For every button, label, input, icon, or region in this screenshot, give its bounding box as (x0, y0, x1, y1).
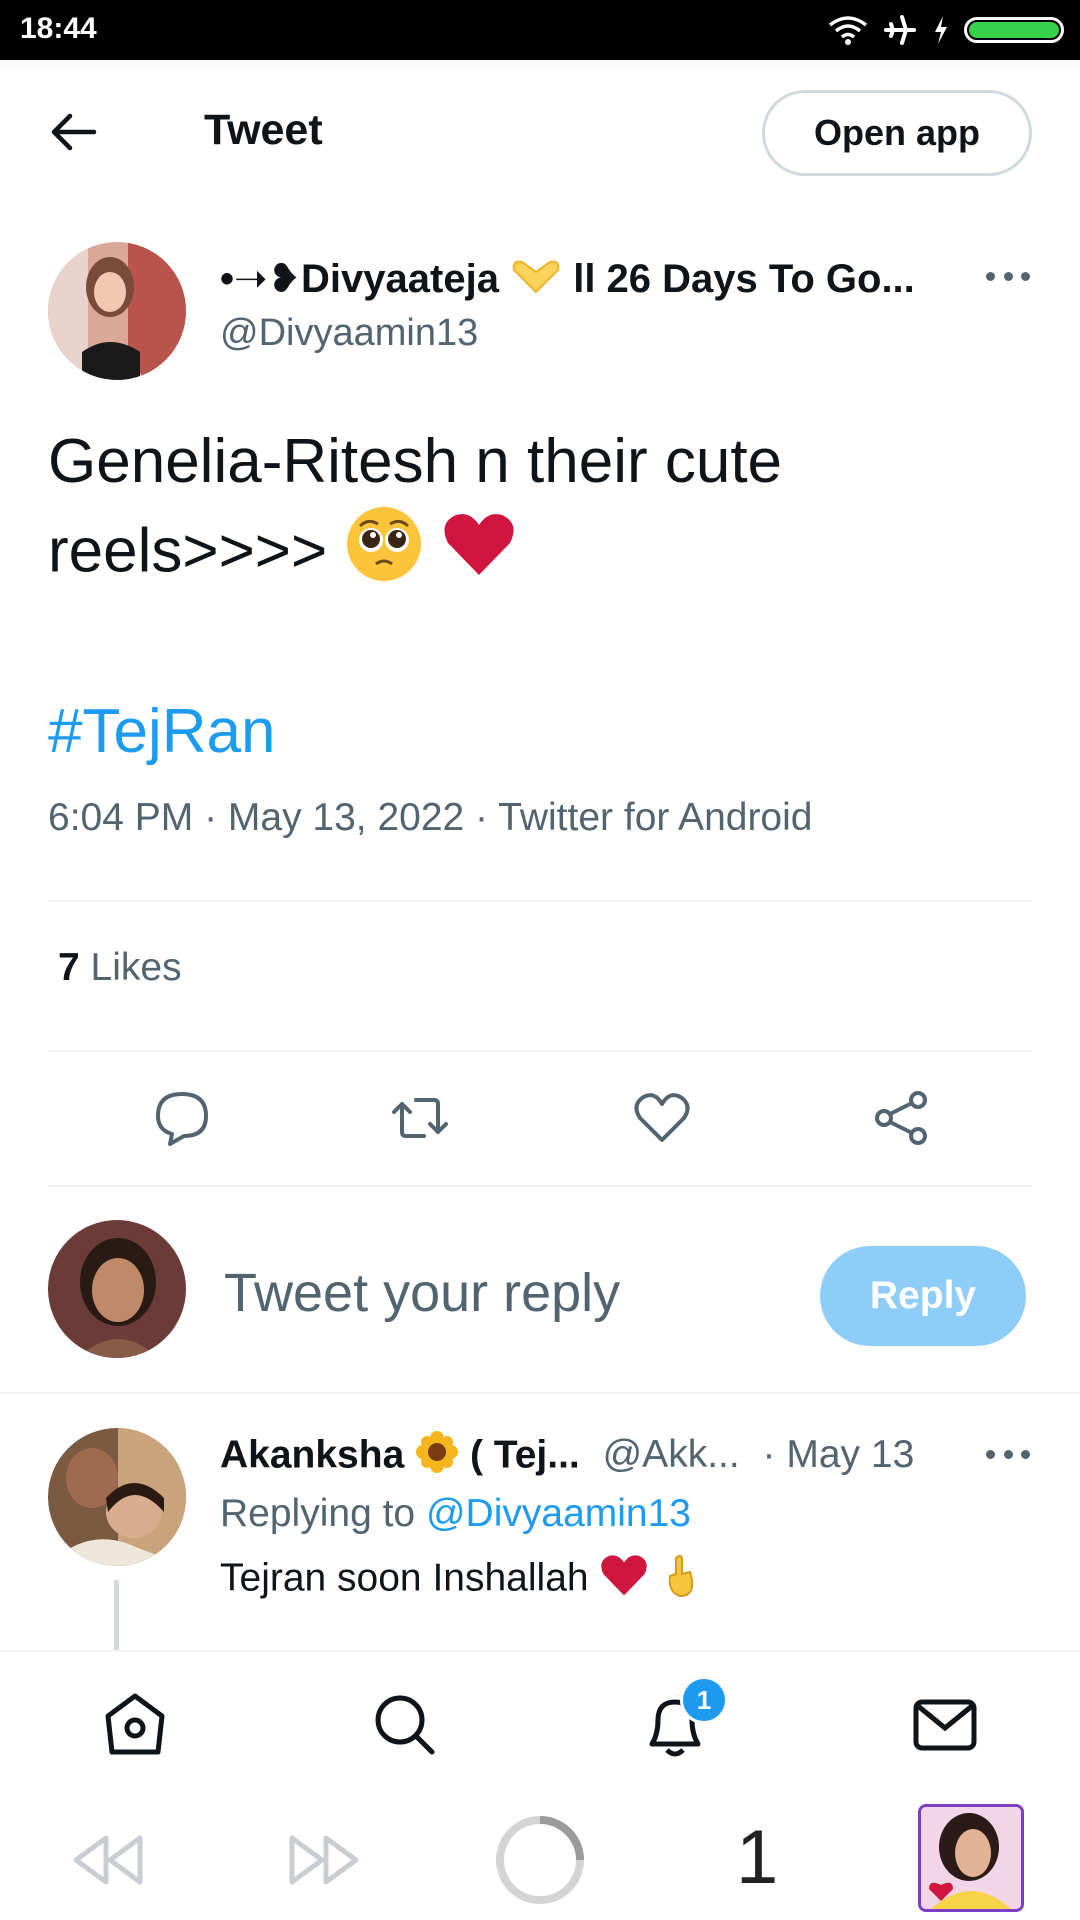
messages-icon[interactable] (910, 1690, 980, 1760)
more-options-icon[interactable] (986, 272, 1030, 284)
status-time: 18:44 (20, 12, 97, 45)
reply-text: Tejran soon Inshallah (220, 1552, 700, 1608)
yellow-heart-hands-icon (510, 258, 562, 304)
thread-line (114, 1580, 119, 1650)
rewind-icon[interactable] (68, 1830, 148, 1890)
wifi-icon (828, 16, 868, 45)
my-avatar[interactable] (48, 1220, 186, 1358)
author-avatar[interactable] (48, 242, 186, 380)
tweet-text: Genelia-Ritesh n their cute reels>>>> #T… (48, 420, 1008, 774)
status-icons (828, 12, 1064, 48)
divider (48, 1185, 1032, 1187)
battery-icon (964, 17, 1064, 43)
divider (48, 1050, 1032, 1052)
charging-icon (935, 16, 947, 44)
open-app-button[interactable]: Open app (762, 90, 1032, 176)
loading-spinner-icon (496, 1816, 584, 1904)
fast-forward-icon[interactable] (284, 1830, 364, 1890)
page-title: Tweet (204, 106, 323, 154)
search-icon[interactable] (370, 1690, 440, 1760)
reply-more-options-icon[interactable] (986, 1450, 1030, 1462)
reply-icon[interactable] (150, 1086, 214, 1150)
red-heart-icon (442, 509, 516, 601)
hashtag-link[interactable]: #TejRan (48, 690, 1008, 774)
share-icon[interactable] (870, 1086, 934, 1150)
tab-thumbnail[interactable] (918, 1804, 1024, 1912)
replying-to: Replying to @Divyaamin13 (220, 1492, 691, 1535)
notifications-badge: 1 (680, 1676, 728, 1724)
reply-author-avatar[interactable] (48, 1428, 186, 1566)
mention-link[interactable]: @Divyaamin13 (426, 1492, 691, 1535)
pleading-face-icon (344, 504, 424, 606)
reply-input[interactable]: Tweet your reply (224, 1262, 620, 1324)
status-bar: 18:44 (0, 0, 1080, 60)
reply-author[interactable]: Akanksha ( Tej... @Akk... · May 13 (220, 1430, 914, 1484)
sunflower-icon (415, 1430, 459, 1484)
likes-count[interactable]: 7 Likes (58, 946, 182, 990)
red-heart-icon (599, 1552, 649, 1608)
tab-count[interactable]: 1 (736, 1814, 778, 1901)
airplane-icon (884, 15, 916, 45)
divider (48, 900, 1032, 902)
like-icon[interactable] (630, 1086, 694, 1150)
tweet-meta: 6:04 PM · May 13, 2022 · Twitter for And… (48, 796, 813, 839)
divider (0, 1392, 1080, 1394)
author-handle[interactable]: @Divyaamin13 (220, 312, 478, 355)
author-name[interactable]: •➝❥Divyaateja ll 26 Days To Go... (220, 256, 915, 304)
retweet-icon[interactable] (388, 1086, 452, 1150)
crossed-fingers-icon (660, 1552, 700, 1608)
back-arrow-icon[interactable] (48, 112, 98, 152)
home-icon[interactable] (100, 1690, 170, 1760)
reply-button[interactable]: Reply (820, 1246, 1026, 1346)
